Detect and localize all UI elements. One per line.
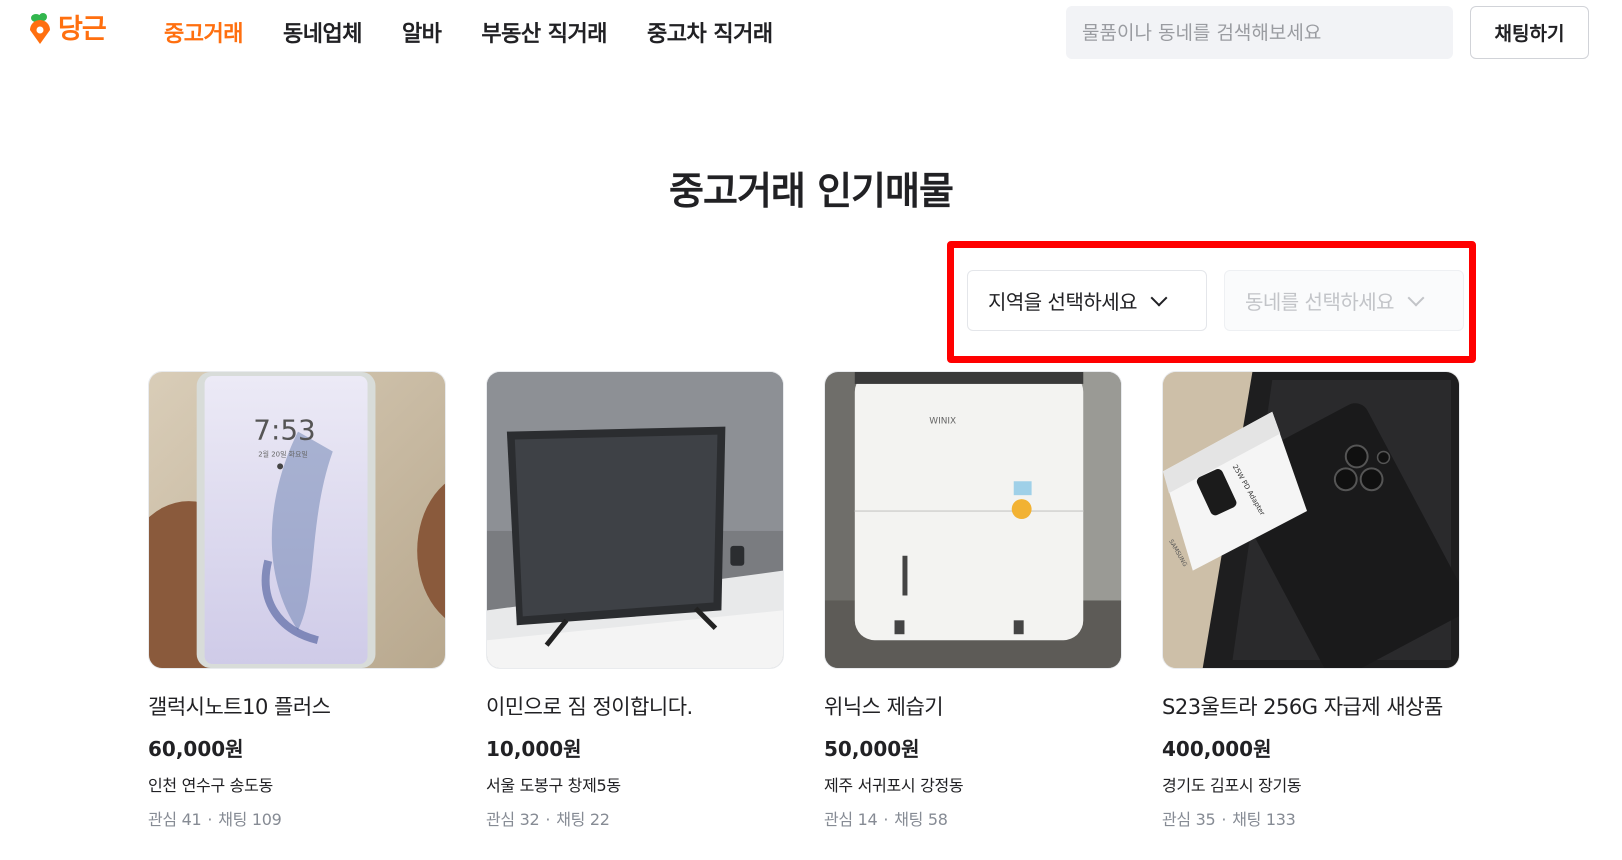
svg-text:WINIX: WINIX xyxy=(929,417,956,427)
svg-text:2월 20일 화요일: 2월 20일 화요일 xyxy=(258,449,308,458)
nav-item-part-time-jobs[interactable]: 알바 xyxy=(402,16,442,48)
nav-item-real-estate[interactable]: 부동산 직거래 xyxy=(481,16,607,48)
chevron-down-icon xyxy=(1150,289,1168,306)
separator-dot: · xyxy=(545,810,551,829)
logo-text: 당근 xyxy=(58,13,107,45)
chats-count: 채팅 109 xyxy=(218,810,282,829)
nav-item-local-business[interactable]: 동네업체 xyxy=(283,16,362,48)
product-card[interactable]: WINIX 위닉스 제습기 50,000원 제주 서귀포시 강정동 관심 14 ·… xyxy=(824,371,1122,830)
product-title[interactable]: S23울트라 256G 자급제 새상품 xyxy=(1162,691,1460,721)
product-stats: 관심 41 · 채팅 109 xyxy=(148,806,446,830)
town-select-label: 동네를 선택하세요 xyxy=(1245,290,1395,314)
page-title: 중고거래 인기매물 xyxy=(669,169,954,213)
search-input[interactable] xyxy=(1066,6,1453,59)
product-stats: 관심 32 · 채팅 22 xyxy=(486,806,784,830)
logo[interactable]: 당근 xyxy=(28,6,107,46)
separator-dot: · xyxy=(207,810,213,829)
likes-count: 관심 32 xyxy=(486,810,540,829)
product-title[interactable]: 이민으로 짐 정이합니다. xyxy=(486,691,784,721)
separator-dot: · xyxy=(1221,810,1227,829)
product-image-tv[interactable] xyxy=(486,371,784,669)
product-stats: 관심 14 · 채팅 58 xyxy=(824,806,1122,830)
product-title[interactable]: 위닉스 제습기 xyxy=(824,691,1122,721)
product-card[interactable]: 25W PD Adapter SAMSUNG S23울트라 256G 자급제 새… xyxy=(1162,371,1460,830)
product-price: 60,000원 xyxy=(148,737,244,761)
product-image-galaxy-s23[interactable]: 25W PD Adapter SAMSUNG xyxy=(1162,371,1460,669)
separator-dot: · xyxy=(883,810,889,829)
product-image-dehumidifier[interactable]: WINIX xyxy=(824,371,1122,669)
nav-item-used-trade[interactable]: 중고거래 xyxy=(164,16,243,48)
product-image-phone[interactable]: 7:53 2월 20일 화요일 xyxy=(148,371,446,669)
chats-count: 채팅 58 xyxy=(894,810,948,829)
product-price: 400,000원 xyxy=(1162,737,1272,761)
likes-count: 관심 14 xyxy=(824,810,878,829)
product-title[interactable]: 갤럭시노트10 플러스 xyxy=(148,691,446,721)
product-stats: 관심 35 · 채팅 133 xyxy=(1162,806,1460,830)
region-select[interactable]: 지역을 선택하세요 xyxy=(967,270,1207,331)
chevron-down-icon xyxy=(1407,289,1425,306)
likes-count: 관심 41 xyxy=(148,810,202,829)
main-nav: 중고거래 동네업체 알바 부동산 직거래 중고차 직거래 xyxy=(164,16,773,48)
product-card[interactable]: 이민으로 짐 정이합니다. 10,000원 서울 도봉구 창제5동 관심 32 ·… xyxy=(486,371,784,830)
chats-count: 채팅 22 xyxy=(556,810,610,829)
product-location: 제주 서귀포시 강정동 xyxy=(824,776,964,795)
svg-text:7:53: 7:53 xyxy=(253,414,315,447)
product-location: 인천 연수구 송도동 xyxy=(148,776,273,795)
product-card[interactable]: 7:53 2월 20일 화요일 갤럭시노트10 플러스 60,000원 인천 연… xyxy=(148,371,446,830)
chat-button[interactable]: 채팅하기 xyxy=(1470,6,1589,59)
product-location: 서울 도봉구 창제5동 xyxy=(486,776,621,795)
carrot-logo-icon xyxy=(28,6,52,46)
product-price: 10,000원 xyxy=(486,737,582,761)
region-select-label: 지역을 선택하세요 xyxy=(988,290,1138,314)
town-select[interactable]: 동네를 선택하세요 xyxy=(1224,270,1464,331)
product-price: 50,000원 xyxy=(824,737,920,761)
chats-count: 채팅 133 xyxy=(1232,810,1296,829)
top-navigation-bar: 당근 중고거래 동네업체 알바 부동산 직거래 중고차 직거래 채팅하기 xyxy=(0,0,1622,64)
product-location: 경기도 김포시 장기동 xyxy=(1162,776,1302,795)
nav-item-used-cars[interactable]: 중고차 직거래 xyxy=(647,16,773,48)
likes-count: 관심 35 xyxy=(1162,810,1216,829)
